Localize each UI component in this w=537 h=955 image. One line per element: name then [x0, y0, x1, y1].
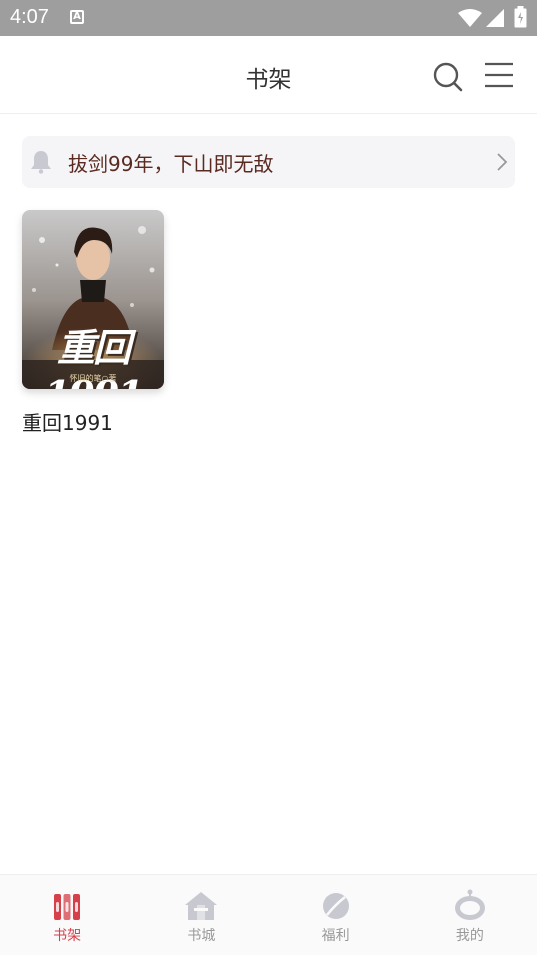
status-time: 4:07 — [10, 6, 49, 28]
nav-item-store[interactable]: 书城 — [134, 875, 268, 955]
app-header: 书架 — [0, 36, 537, 114]
notice-text: 拔剑99年，下山即无敌 — [68, 152, 274, 176]
robot-icon — [403, 887, 537, 921]
menu-icon[interactable] — [484, 62, 514, 92]
status-bar: 4:07 A — [0, 0, 537, 36]
book-title[interactable]: 重回1991 — [22, 407, 164, 436]
book-cover[interactable]: 重回1991 怀旧的笔○著 — [22, 210, 164, 389]
book-item[interactable]: 重回1991 怀旧的笔○著 重回1991 — [22, 210, 164, 436]
bookshelf-icon — [0, 887, 134, 921]
nav-item-bookshelf[interactable]: 书架 — [0, 875, 134, 955]
bell-icon — [30, 150, 52, 178]
nav-label-bookshelf: 书架 — [53, 928, 82, 944]
cover-author: 怀旧的笔○著 — [69, 374, 117, 383]
store-icon — [134, 887, 268, 921]
nav-item-welfare[interactable]: 福利 — [269, 875, 403, 955]
signal-icon — [485, 8, 505, 32]
nav-item-mine[interactable]: 我的 — [403, 875, 537, 955]
notification-a-icon: A — [70, 10, 84, 24]
nav-label-mine: 我的 — [455, 928, 484, 944]
nav-label-store: 书城 — [187, 928, 216, 944]
bottom-navigation: 书架 书城 福利 我的 — [0, 874, 537, 955]
wifi-icon — [458, 8, 482, 32]
notice-bar[interactable]: 拔剑99年，下山即无敌 — [22, 136, 515, 188]
battery-icon — [514, 6, 527, 32]
leaf-icon — [269, 887, 403, 921]
chevron-right-icon — [496, 152, 508, 176]
search-icon[interactable] — [432, 61, 464, 97]
nav-label-welfare: 福利 — [321, 928, 350, 944]
